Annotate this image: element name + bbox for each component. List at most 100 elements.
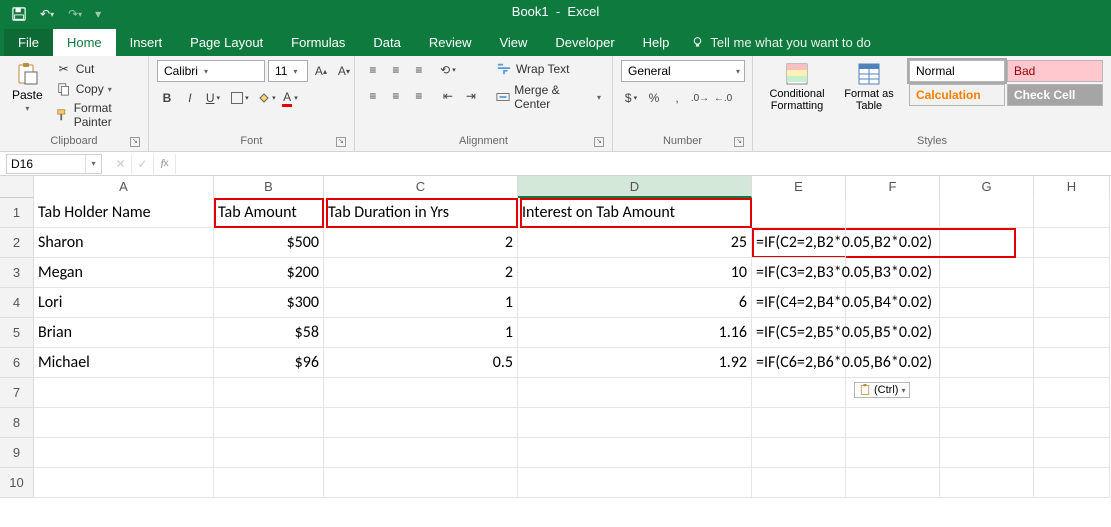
tab-data[interactable]: Data (359, 29, 414, 56)
tab-developer[interactable]: Developer (541, 29, 628, 56)
merge-center-button[interactable]: Merge & Center ▾ (493, 82, 604, 112)
style-normal[interactable]: Normal (909, 60, 1005, 82)
col-header-C[interactable]: C (324, 176, 518, 198)
cell[interactable]: 1 (324, 318, 518, 348)
increase-font-button[interactable]: A▴ (311, 61, 331, 81)
col-header-G[interactable]: G (940, 176, 1034, 198)
cell[interactable]: 25 (518, 228, 752, 258)
underline-button[interactable]: U▾ (203, 88, 223, 108)
fill-color-button[interactable]: ▾ (257, 88, 277, 108)
cell[interactable] (940, 228, 1034, 258)
comma-format-button[interactable]: , (667, 88, 687, 108)
paste-button[interactable]: Paste ▾ (8, 60, 47, 115)
cell[interactable] (940, 378, 1034, 408)
accounting-format-button[interactable]: $▾ (621, 88, 641, 108)
cell[interactable]: Megan (34, 258, 214, 288)
cell[interactable] (1034, 408, 1110, 438)
cell[interactable] (34, 438, 214, 468)
cell[interactable] (518, 378, 752, 408)
format-as-table-button[interactable]: Format as Table (839, 60, 899, 114)
enter-formula-button[interactable]: ✓ (132, 154, 154, 174)
cell[interactable] (940, 318, 1034, 348)
cell[interactable] (940, 438, 1034, 468)
cell[interactable] (846, 408, 940, 438)
cell[interactable] (518, 468, 752, 498)
col-header-H[interactable]: H (1034, 176, 1110, 198)
cell[interactable] (1034, 198, 1110, 228)
row-header[interactable]: 7 (0, 378, 34, 408)
cell[interactable]: Tab Holder Name (34, 198, 214, 228)
cell[interactable] (324, 438, 518, 468)
col-header-F[interactable]: F (846, 176, 940, 198)
cell[interactable] (752, 198, 846, 228)
cell[interactable] (940, 348, 1034, 378)
cell[interactable]: =IF(C5=2,B5*0.05,B5*0.02) (752, 318, 846, 348)
decrease-font-button[interactable]: A▾ (334, 61, 354, 81)
cell[interactable] (940, 468, 1034, 498)
align-center-button[interactable]: ≡ (386, 86, 406, 106)
cell[interactable]: =IF(C6=2,B6*0.05,B6*0.02) (752, 348, 846, 378)
align-right-button[interactable]: ≡ (409, 86, 429, 106)
italic-button[interactable]: I (180, 88, 200, 108)
cell[interactable]: $96 (214, 348, 324, 378)
cell[interactable]: $300 (214, 288, 324, 318)
cell[interactable] (214, 408, 324, 438)
cell[interactable]: 1.16 (518, 318, 752, 348)
tab-view[interactable]: View (485, 29, 541, 56)
cut-button[interactable]: ✂ Cut (53, 60, 140, 78)
border-button[interactable]: ▾ (230, 88, 250, 108)
col-header-A[interactable]: A (34, 176, 214, 198)
font-dialog-launcher[interactable]: ↘ (336, 137, 346, 147)
tab-file[interactable]: File (4, 29, 53, 56)
col-header-E[interactable]: E (752, 176, 846, 198)
cell[interactable]: 10 (518, 258, 752, 288)
cell[interactable] (518, 408, 752, 438)
tab-review[interactable]: Review (415, 29, 486, 56)
row-header[interactable]: 10 (0, 468, 34, 498)
cell[interactable] (34, 378, 214, 408)
align-left-button[interactable]: ≡ (363, 86, 383, 106)
tab-pagelayout[interactable]: Page Layout (176, 29, 277, 56)
insert-function-button[interactable]: fx (154, 154, 176, 174)
col-header-D[interactable]: D (518, 176, 752, 198)
tab-formulas[interactable]: Formulas (277, 29, 359, 56)
row-header[interactable]: 1 (0, 198, 34, 228)
cell[interactable] (214, 438, 324, 468)
cell[interactable] (752, 468, 846, 498)
cell[interactable] (940, 288, 1034, 318)
row-header[interactable]: 2 (0, 228, 34, 258)
cell[interactable] (1034, 258, 1110, 288)
cell[interactable] (940, 198, 1034, 228)
clipboard-dialog-launcher[interactable]: ↘ (130, 137, 140, 147)
cell[interactable] (846, 438, 940, 468)
cell[interactable] (1034, 288, 1110, 318)
cell[interactable] (324, 408, 518, 438)
style-check-cell[interactable]: Check Cell (1007, 84, 1103, 106)
font-name-select[interactable]: Calibri▾ (157, 60, 265, 82)
cell[interactable] (34, 408, 214, 438)
cell[interactable] (752, 378, 846, 408)
increase-decimal-button[interactable]: .0→ (690, 88, 710, 108)
orientation-button[interactable]: ⟲▾ (438, 60, 458, 80)
cell[interactable]: 2 (324, 258, 518, 288)
cell[interactable] (324, 378, 518, 408)
cell[interactable] (1034, 378, 1110, 408)
cell[interactable] (214, 378, 324, 408)
decrease-decimal-button[interactable]: ←.0 (713, 88, 733, 108)
cell[interactable]: Interest on Tab Amount (518, 198, 752, 228)
cell[interactable] (752, 408, 846, 438)
cell[interactable] (34, 468, 214, 498)
style-calculation[interactable]: Calculation (909, 84, 1005, 106)
cell[interactable]: Brian (34, 318, 214, 348)
formula-input[interactable] (176, 154, 1111, 174)
cell[interactable] (518, 438, 752, 468)
cell[interactable]: Sharon (34, 228, 214, 258)
cell[interactable]: Michael (34, 348, 214, 378)
cell[interactable]: Tab Amount (214, 198, 324, 228)
cell[interactable] (1034, 228, 1110, 258)
style-bad[interactable]: Bad (1007, 60, 1103, 82)
tell-me-search[interactable]: Tell me what you want to do (683, 29, 878, 56)
align-middle-button[interactable]: ≡ (386, 60, 406, 80)
cell[interactable] (214, 468, 324, 498)
cell[interactable] (940, 258, 1034, 288)
